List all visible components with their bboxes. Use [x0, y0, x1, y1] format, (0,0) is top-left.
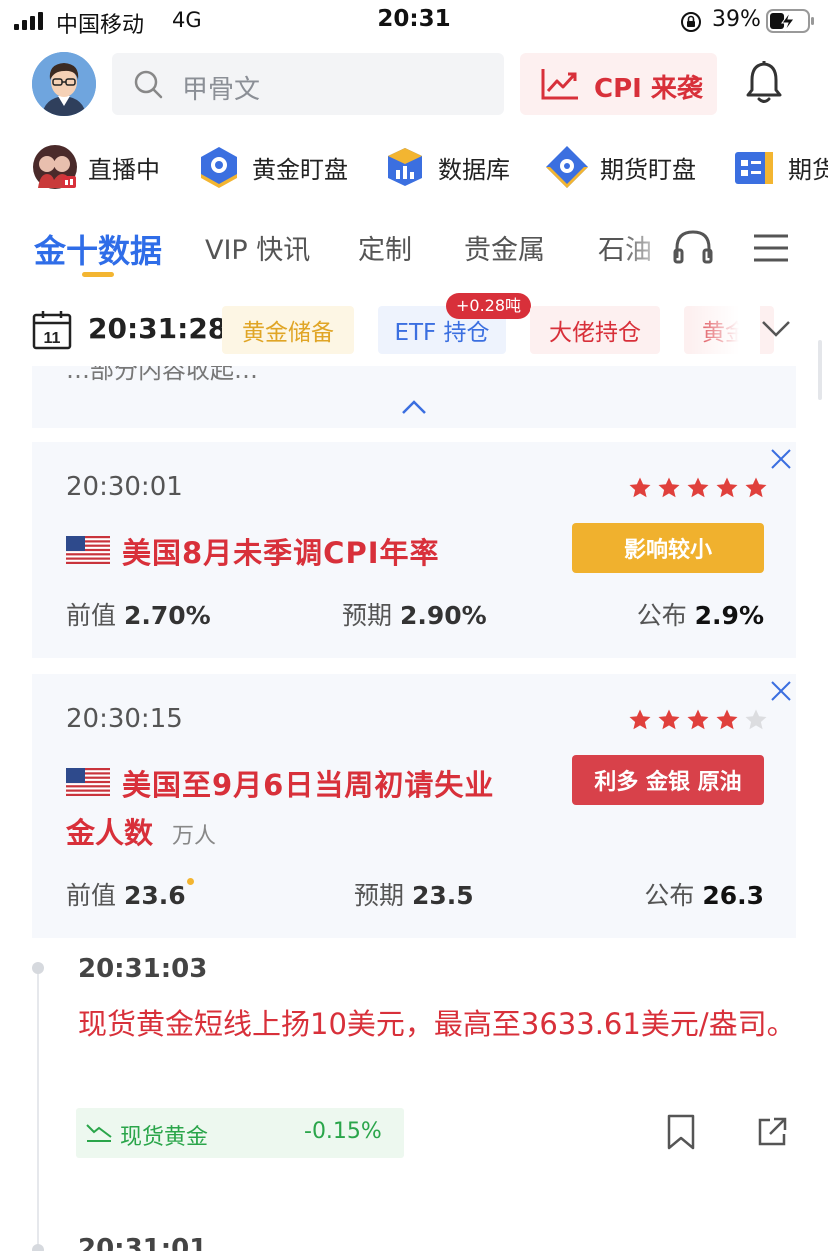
star-filled-icon	[658, 477, 680, 498]
us-flag-icon	[66, 536, 110, 564]
shortcut-gold-watch[interactable]: 黄金盯盘	[196, 140, 348, 194]
quote-tag[interactable]: 现货黄金 -0.15%	[76, 1108, 404, 1158]
etf-change-badge: +0.28吨	[446, 293, 532, 319]
previous-value: 前值 2.70%	[66, 601, 211, 630]
quote-change: -0.15%	[304, 1119, 382, 1144]
news-time: 20:31:01	[78, 1234, 208, 1251]
trend-chart-icon	[541, 69, 578, 100]
shortcut-label: 期货盯盘	[600, 155, 696, 184]
database-icon	[382, 144, 428, 190]
rotation-lock-icon	[681, 12, 701, 32]
forecast-value: 预期 2.90%	[342, 601, 487, 630]
indicator-title: 美国8月未季调CPI年率	[122, 536, 440, 570]
star-filled-icon	[687, 709, 709, 730]
collapsed-text: …部分内容收起…	[66, 366, 258, 384]
importance-stars	[628, 708, 768, 732]
star-filled-icon	[629, 477, 651, 498]
search-bar[interactable]: 甲骨文	[112, 53, 504, 115]
status-bar: 中国移动 4G 20:31 39%	[0, 0, 828, 44]
release-time: 20:30:15	[66, 704, 183, 734]
timeline-line	[37, 968, 39, 1251]
calendar-icon[interactable]: 11	[32, 310, 72, 350]
star-filled-icon	[687, 477, 709, 498]
star-filled-icon	[716, 477, 738, 498]
battery-charging-icon	[766, 9, 814, 33]
futures-watch-icon	[544, 144, 590, 190]
gold-watch-icon	[196, 144, 242, 190]
previous-value: 前值 23.6	[66, 881, 186, 910]
shortcut-label: 数据库	[438, 155, 510, 184]
menu-icon[interactable]	[752, 232, 790, 264]
shortcut-label: 直播中	[88, 155, 160, 184]
chip-whale-holdings[interactable]: 大佬持仓	[530, 306, 660, 354]
revised-dot	[187, 878, 194, 885]
trend-line-icon	[86, 1124, 112, 1142]
search-icon	[134, 70, 163, 99]
star-filled-icon	[745, 477, 767, 498]
close-icon[interactable]	[770, 448, 792, 470]
quote-name: 现货黄金	[120, 1125, 209, 1150]
share-icon[interactable]	[756, 1116, 788, 1148]
shortcut-database[interactable]: 数据库	[382, 140, 510, 194]
bell-icon[interactable]	[742, 60, 786, 106]
timeline-dot	[32, 1244, 44, 1251]
actual-value: 公布 26.3	[644, 881, 764, 910]
scroll-indicator[interactable]	[818, 340, 822, 400]
headset-icon[interactable]	[672, 228, 714, 266]
calendar-day: 11	[44, 330, 61, 347]
battery-percent: 39%	[712, 7, 761, 32]
close-icon[interactable]	[770, 680, 792, 702]
news-time: 20:31:03	[78, 954, 208, 984]
current-time: 20:31:28	[88, 312, 228, 345]
live-avatar-icon	[32, 144, 78, 190]
chip-gold-reserve[interactable]: 黄金储备	[222, 306, 354, 354]
tab-fade	[620, 220, 670, 276]
star-empty-icon	[745, 709, 767, 730]
futures-icon	[732, 144, 778, 190]
us-flag-icon	[66, 768, 110, 796]
forecast-value: 预期 23.5	[354, 881, 474, 910]
shortcut-label: 期货	[788, 155, 828, 184]
impact-badge: 影响较小	[572, 523, 764, 573]
tab-precious-metals[interactable]: 贵金属	[464, 228, 545, 267]
shortcut-live[interactable]: 直播中	[32, 140, 160, 194]
indicator-title: 美国至9月6日当周初请失业	[122, 768, 495, 802]
star-filled-icon	[658, 709, 680, 730]
actual-value: 公布 2.9%	[636, 601, 764, 630]
avatar-face-icon	[32, 52, 96, 116]
star-filled-icon	[716, 709, 738, 730]
chevron-up-icon[interactable]	[400, 398, 428, 416]
bookmark-icon[interactable]	[666, 1114, 696, 1150]
tab-jin10-data[interactable]: 金十数据	[34, 226, 162, 272]
collapsed-item[interactable]: …部分内容收起…	[32, 366, 796, 428]
chip-fade	[690, 300, 760, 358]
tab-custom[interactable]: 定制	[358, 228, 412, 267]
news-text[interactable]: 现货黄金短线上扬10美元，最高至3633.61美元/盎司。	[78, 1000, 802, 1048]
user-avatar[interactable]	[32, 52, 96, 116]
star-filled-icon	[629, 709, 651, 730]
release-time: 20:30:01	[66, 472, 183, 502]
chevron-down-icon[interactable]	[760, 318, 792, 340]
indicator-unit: 万人	[172, 824, 217, 849]
cpi-button-label: CPI 来袭	[594, 74, 703, 104]
shortcut-label: 黄金盯盘	[252, 155, 348, 184]
timeline-dot	[32, 962, 44, 974]
data-card-jobless-claims[interactable]: 20:30:15 美国至9月6日当周初请失业 金人数 万人 利多 金银 原油 前…	[32, 674, 796, 938]
status-time: 20:31	[377, 6, 451, 32]
active-tab-indicator	[82, 272, 114, 277]
shortcut-futures[interactable]: 期货	[732, 140, 828, 194]
shortcut-futures-watch[interactable]: 期货盯盘	[544, 140, 696, 194]
search-input[interactable]: 甲骨文	[182, 69, 260, 106]
importance-stars	[628, 476, 768, 500]
data-card-cpi[interactable]: 20:30:01 美国8月未季调CPI年率 影响较小 前值 2.70% 预期 2…	[32, 442, 796, 658]
cpi-alert-button[interactable]: CPI 来袭	[520, 53, 717, 115]
impact-badge: 利多 金银 原油	[572, 755, 764, 805]
tab-vip-news[interactable]: VIP 快讯	[205, 228, 310, 267]
indicator-title-cont: 金人数	[66, 816, 154, 850]
